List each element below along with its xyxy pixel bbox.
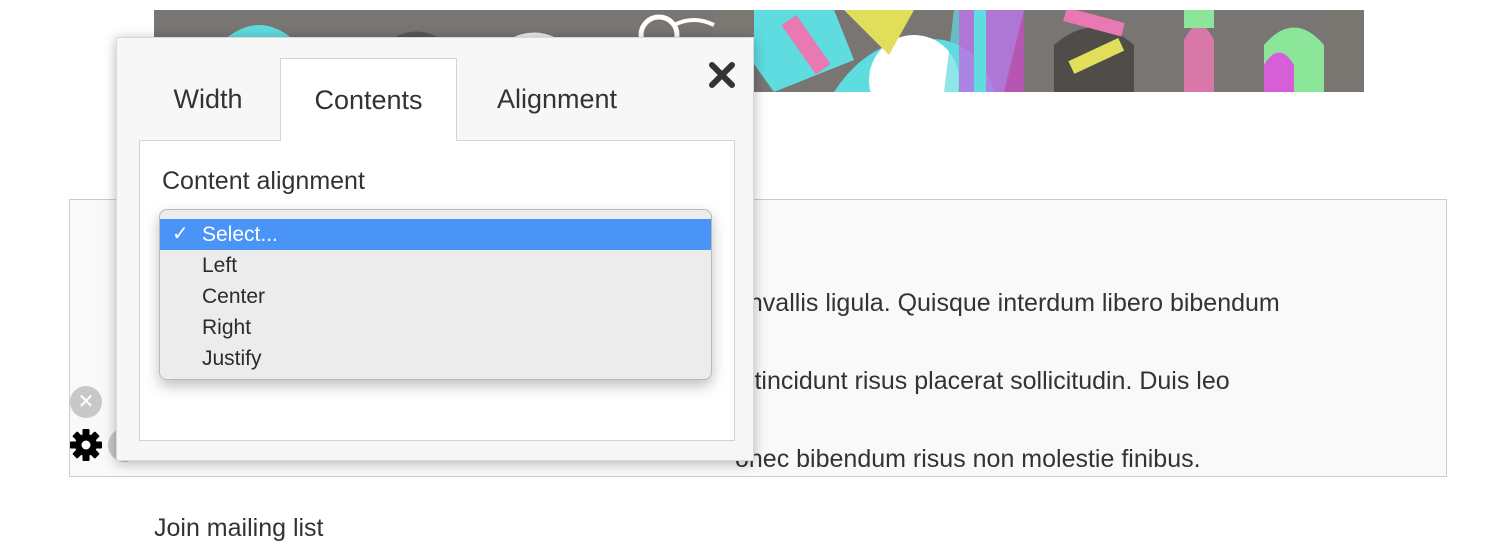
body-text-line: c tincidunt risus placerat sollicitudin.… [735,367,1230,395]
option-right[interactable]: Right [160,312,711,343]
check-icon: ✓ [172,223,189,245]
gear-icon[interactable] [68,427,104,463]
option-left[interactable]: Left [160,250,711,281]
remove-icon[interactable]: ✕ [70,386,102,418]
option-label: Select... [202,223,278,246]
option-justify[interactable]: Justify [160,343,711,374]
body-text-line: onvallis ligula. Quisque interdum libero… [735,289,1280,317]
content-alignment-select[interactable]: ✓ Select... Left Center Right Justify [159,209,712,380]
option-select[interactable]: ✓ Select... [160,219,711,250]
option-center[interactable]: Center [160,281,711,312]
tab-width[interactable]: Width [139,58,277,140]
tab-contents[interactable]: Contents [280,58,457,141]
body-text-line: onec bibendum risus non molestie finibus… [735,445,1201,473]
page: onvallis ligula. Quisque interdum libero… [0,0,1488,560]
close-icon[interactable] [707,60,737,90]
tab-alignment[interactable]: Alignment [457,58,657,140]
mailing-list-link[interactable]: Join mailing list [154,514,324,543]
section-body-text: onvallis ligula. Quisque interdum libero… [735,245,1395,518]
content-alignment-label: Content alignment [162,167,365,195]
